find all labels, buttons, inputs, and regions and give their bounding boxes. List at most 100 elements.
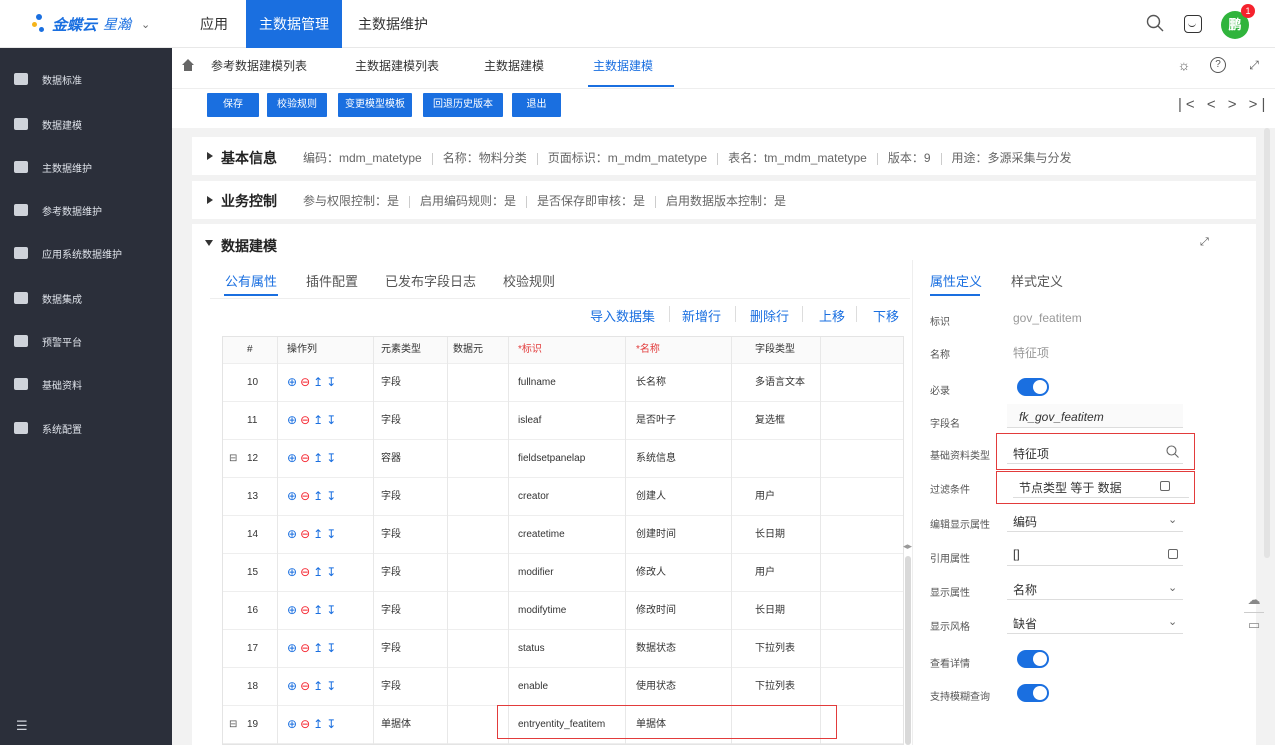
ref-attr-input[interactable] [1007, 542, 1183, 566]
tab-mdm-model[interactable]: 主数据建模 [484, 58, 544, 74]
pane-scrollbar[interactable] [905, 556, 911, 745]
move-up-icon[interactable]: ↥ [313, 375, 326, 389]
import-dataset-link[interactable]: 导入数据集 [590, 306, 655, 325]
move-up-icon[interactable]: ↥ [313, 641, 326, 655]
collapse-group-icon[interactable]: ⊟ [229, 706, 237, 744]
row-operations[interactable]: ⊕⊖↥↧ [287, 554, 339, 592]
move-down-icon[interactable]: ↧ [326, 679, 339, 693]
add-row-icon[interactable]: ⊕ [287, 717, 300, 731]
table-row[interactable]: ⊟ 12 容器 fieldsetpanelap 系统信息 ⊕⊖↥↧ [223, 439, 903, 478]
remove-row-icon[interactable]: ⊖ [300, 603, 313, 617]
search-icon[interactable] [1146, 14, 1164, 32]
row-operations[interactable]: ⊕⊖↥↧ [287, 440, 339, 478]
sidebar-item-3[interactable]: 参考数据维护 [0, 195, 172, 225]
add-row-icon[interactable]: ⊕ [287, 565, 300, 579]
move-up-icon[interactable]: ↥ [313, 527, 326, 541]
remove-row-icon[interactable]: ⊖ [300, 451, 313, 465]
delete-row-link[interactable]: 删除行 [750, 306, 789, 325]
remove-row-icon[interactable]: ⊖ [300, 375, 313, 389]
move-up-icon[interactable]: ↥ [313, 489, 326, 503]
nav-mdm-maintenance[interactable]: 主数据维护 [358, 0, 428, 48]
validate-rules-button[interactable]: 校验规则 [267, 93, 327, 117]
move-down-icon[interactable]: ↧ [326, 375, 339, 389]
basic-info-title[interactable]: 基本信息 [221, 148, 277, 168]
sidebar-item-5[interactable]: 数据集成 [0, 283, 172, 313]
record-pager[interactable]: |< < > >| [1178, 96, 1269, 113]
app-logo[interactable]: 金蝶云 星瀚 ⌄ [32, 12, 150, 36]
table-row[interactable]: 16 字段 modifytime 修改时间 长日期 ⊕⊖↥↧ [223, 591, 903, 630]
move-down-link[interactable]: 下移 [873, 306, 899, 325]
remove-row-icon[interactable]: ⊖ [300, 565, 313, 579]
add-row-icon[interactable]: ⊕ [287, 603, 300, 617]
fullscreen-icon[interactable]: ⤢ [1246, 57, 1262, 73]
page-scrollbar[interactable] [1264, 128, 1270, 558]
tab-published-log[interactable]: 已发布字段日志 [385, 271, 476, 290]
sidebar-item-1[interactable]: 数据建模 [0, 109, 172, 139]
tab-plugin-config[interactable]: 插件配置 [306, 271, 358, 290]
sidebar-item-6[interactable]: 预警平台 [0, 326, 172, 356]
row-operations[interactable]: ⊕⊖↥↧ [287, 364, 339, 402]
add-row-icon[interactable]: ⊕ [287, 679, 300, 693]
add-row-icon[interactable]: ⊕ [287, 375, 300, 389]
tab-mdm-model-active[interactable]: 主数据建模 [593, 58, 653, 74]
move-down-icon[interactable]: ↧ [326, 717, 339, 731]
row-operations[interactable]: ⊕⊖↥↧ [287, 630, 339, 668]
tab-validation-rules[interactable]: 校验规则 [503, 271, 555, 290]
save-button[interactable]: 保存 [207, 93, 259, 117]
add-row-icon[interactable]: ⊕ [287, 527, 300, 541]
move-down-icon[interactable]: ↧ [326, 641, 339, 655]
tab-ref-model-list[interactable]: 参考数据建模列表 [211, 58, 307, 74]
remove-row-icon[interactable]: ⊖ [300, 413, 313, 427]
row-operations[interactable]: ⊕⊖↥↧ [287, 478, 339, 516]
copy-icon[interactable] [1168, 549, 1178, 559]
table-row[interactable]: 10 字段 fullname 长名称 多语言文本 ⊕⊖↥↧ [223, 363, 903, 402]
add-row-icon[interactable]: ⊕ [287, 641, 300, 655]
move-up-icon[interactable]: ↥ [313, 717, 326, 731]
nav-app[interactable]: 应用 [200, 0, 228, 48]
table-row[interactable]: 13 字段 creator 创建人 用户 ⊕⊖↥↧ [223, 477, 903, 516]
collapse-sidebar-icon[interactable]: ☰ [16, 718, 30, 733]
table-row[interactable]: 15 字段 modifier 修改人 用户 ⊕⊖↥↧ [223, 553, 903, 592]
chevron-down-icon[interactable]: ⌄ [141, 18, 150, 31]
view-detail-toggle[interactable] [1017, 650, 1049, 668]
remove-row-icon[interactable]: ⊖ [300, 717, 313, 731]
row-operations[interactable]: ⊕⊖↥↧ [287, 516, 339, 554]
change-template-button[interactable]: 变更模型模板 [338, 93, 412, 117]
exit-button[interactable]: 退出 [512, 93, 561, 117]
help-icon[interactable]: ? [1210, 57, 1226, 73]
row-operations[interactable]: ⊕⊖↥↧ [287, 402, 339, 440]
rollback-version-button[interactable]: 回退历史版本 [423, 93, 503, 117]
sidebar-item-7[interactable]: 基础资料 [0, 369, 172, 399]
row-operations[interactable]: ⊕⊖↥↧ [287, 706, 339, 744]
table-row[interactable]: 14 字段 createtime 创建时间 长日期 ⊕⊖↥↧ [223, 515, 903, 554]
sidebar-item-2[interactable]: 主数据维护 [0, 152, 172, 182]
chevron-down-icon[interactable]: ⌄ [1168, 615, 1177, 628]
sidebar-item-4[interactable]: 应用系统数据维护 [0, 238, 172, 268]
move-down-icon[interactable]: ↧ [326, 527, 339, 541]
move-up-icon[interactable]: ↥ [313, 451, 326, 465]
chevron-down-icon[interactable]: ⌄ [1168, 581, 1177, 594]
bulb-icon[interactable]: ☼ [1176, 57, 1192, 73]
move-up-icon[interactable]: ↥ [313, 603, 326, 617]
add-row-link[interactable]: 新增行 [682, 306, 721, 325]
move-up-icon[interactable]: ↥ [313, 679, 326, 693]
tab-public-attributes[interactable]: 公有属性 [225, 271, 277, 290]
expand-icon[interactable]: ⤢ [1200, 236, 1209, 249]
nav-mdm-management[interactable]: 主数据管理 [246, 0, 342, 48]
add-row-icon[interactable]: ⊕ [287, 451, 300, 465]
required-toggle[interactable] [1017, 378, 1049, 396]
expand-triangle-icon[interactable] [207, 196, 213, 204]
row-operations[interactable]: ⊕⊖↥↧ [287, 592, 339, 630]
table-row[interactable]: 17 字段 status 数据状态 下拉列表 ⊕⊖↥↧ [223, 629, 903, 668]
move-up-icon[interactable]: ↥ [313, 413, 326, 427]
remove-row-icon[interactable]: ⊖ [300, 641, 313, 655]
move-up-icon[interactable]: ↥ [313, 565, 326, 579]
tab-property-definition[interactable]: 属性定义 [930, 271, 982, 290]
cloud-icon[interactable]: ☁ [1238, 592, 1270, 608]
data-model-title[interactable]: 数据建模 [221, 236, 277, 256]
table-row[interactable]: 18 字段 enable 使用状态 下拉列表 ⊕⊖↥↧ [223, 667, 903, 705]
remove-row-icon[interactable]: ⊖ [300, 489, 313, 503]
business-control-title[interactable]: 业务控制 [221, 191, 277, 211]
home-icon[interactable] [181, 58, 195, 72]
table-row[interactable]: 11 字段 isleaf 是否叶子 复选框 ⊕⊖↥↧ [223, 401, 903, 440]
